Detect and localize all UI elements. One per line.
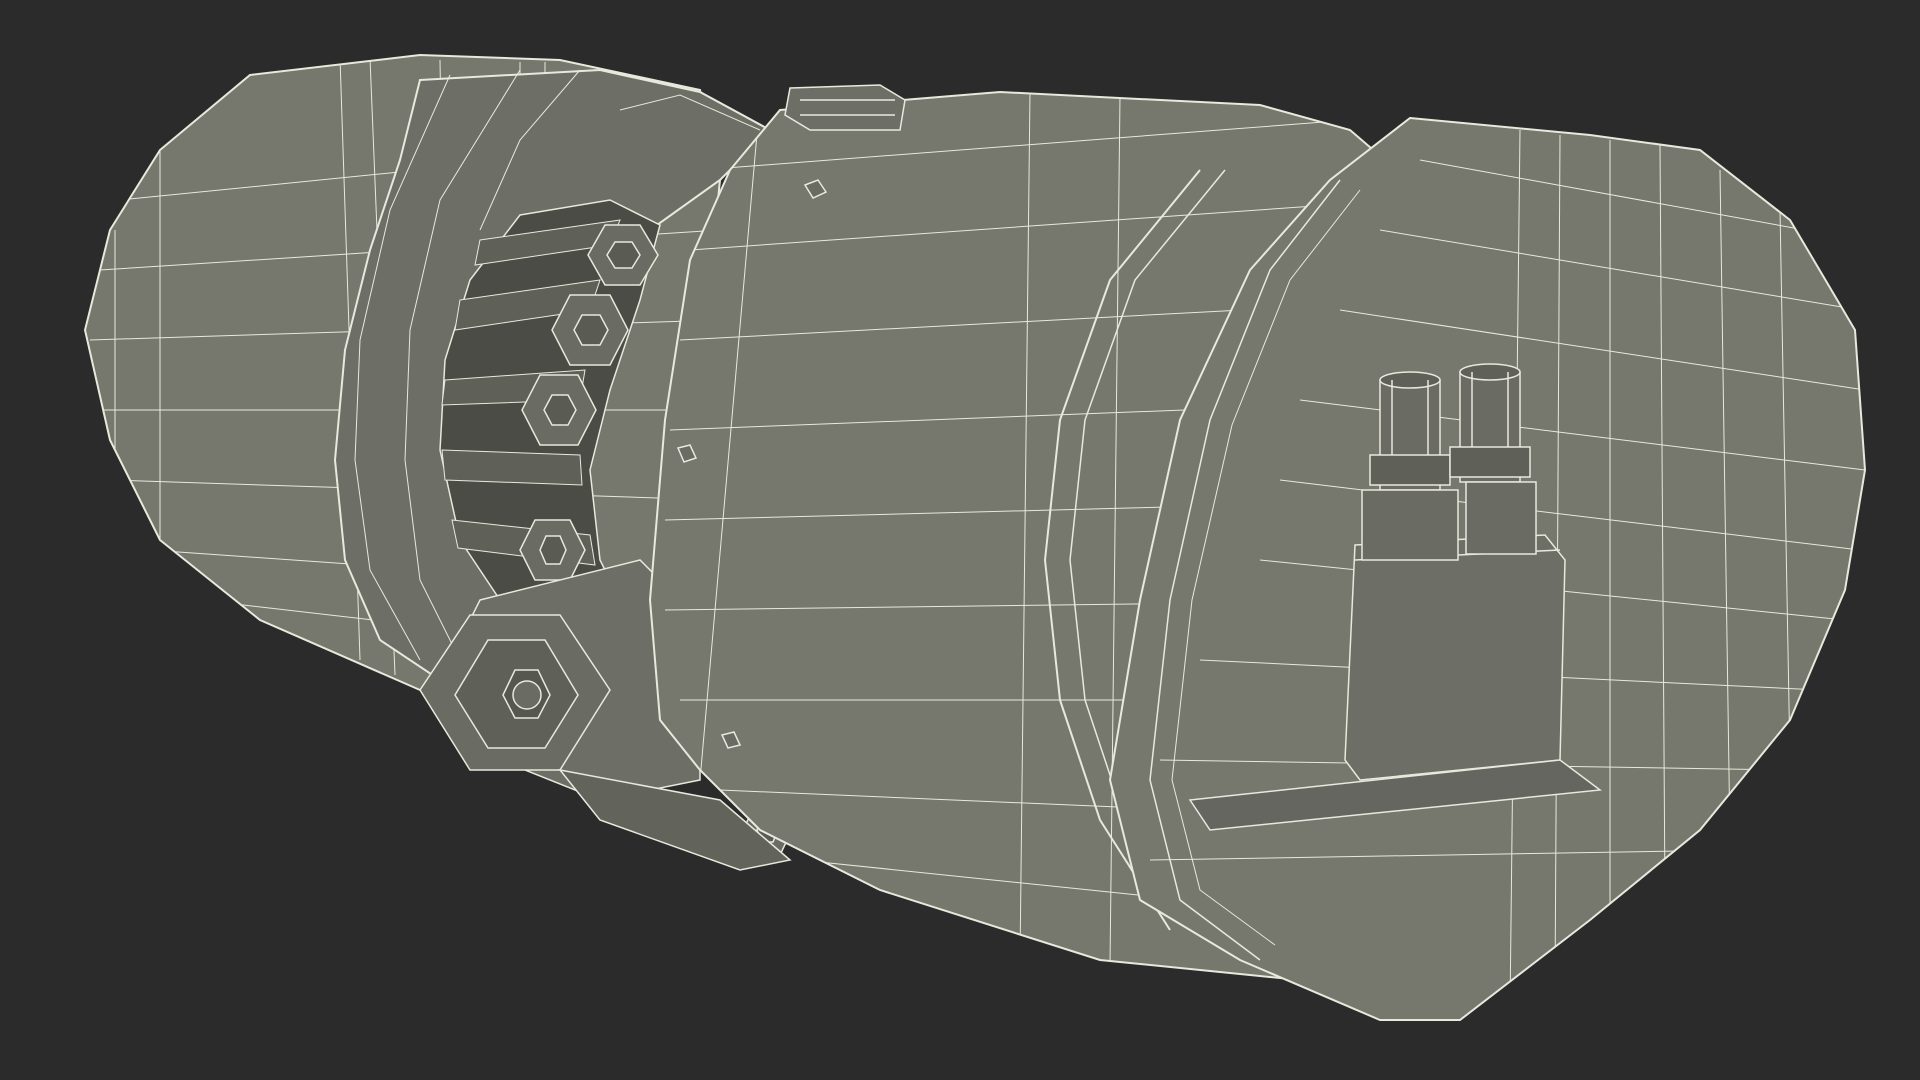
hex-bolt <box>519 519 586 581</box>
rib <box>441 449 583 486</box>
top-bracket <box>784 84 906 131</box>
top-bracket-body <box>784 84 906 131</box>
motor-wireframe-render <box>83 53 1867 1021</box>
boss-bolt-head <box>512 680 542 710</box>
terminal-block-base <box>1344 534 1566 781</box>
render-viewport <box>0 0 1920 1080</box>
